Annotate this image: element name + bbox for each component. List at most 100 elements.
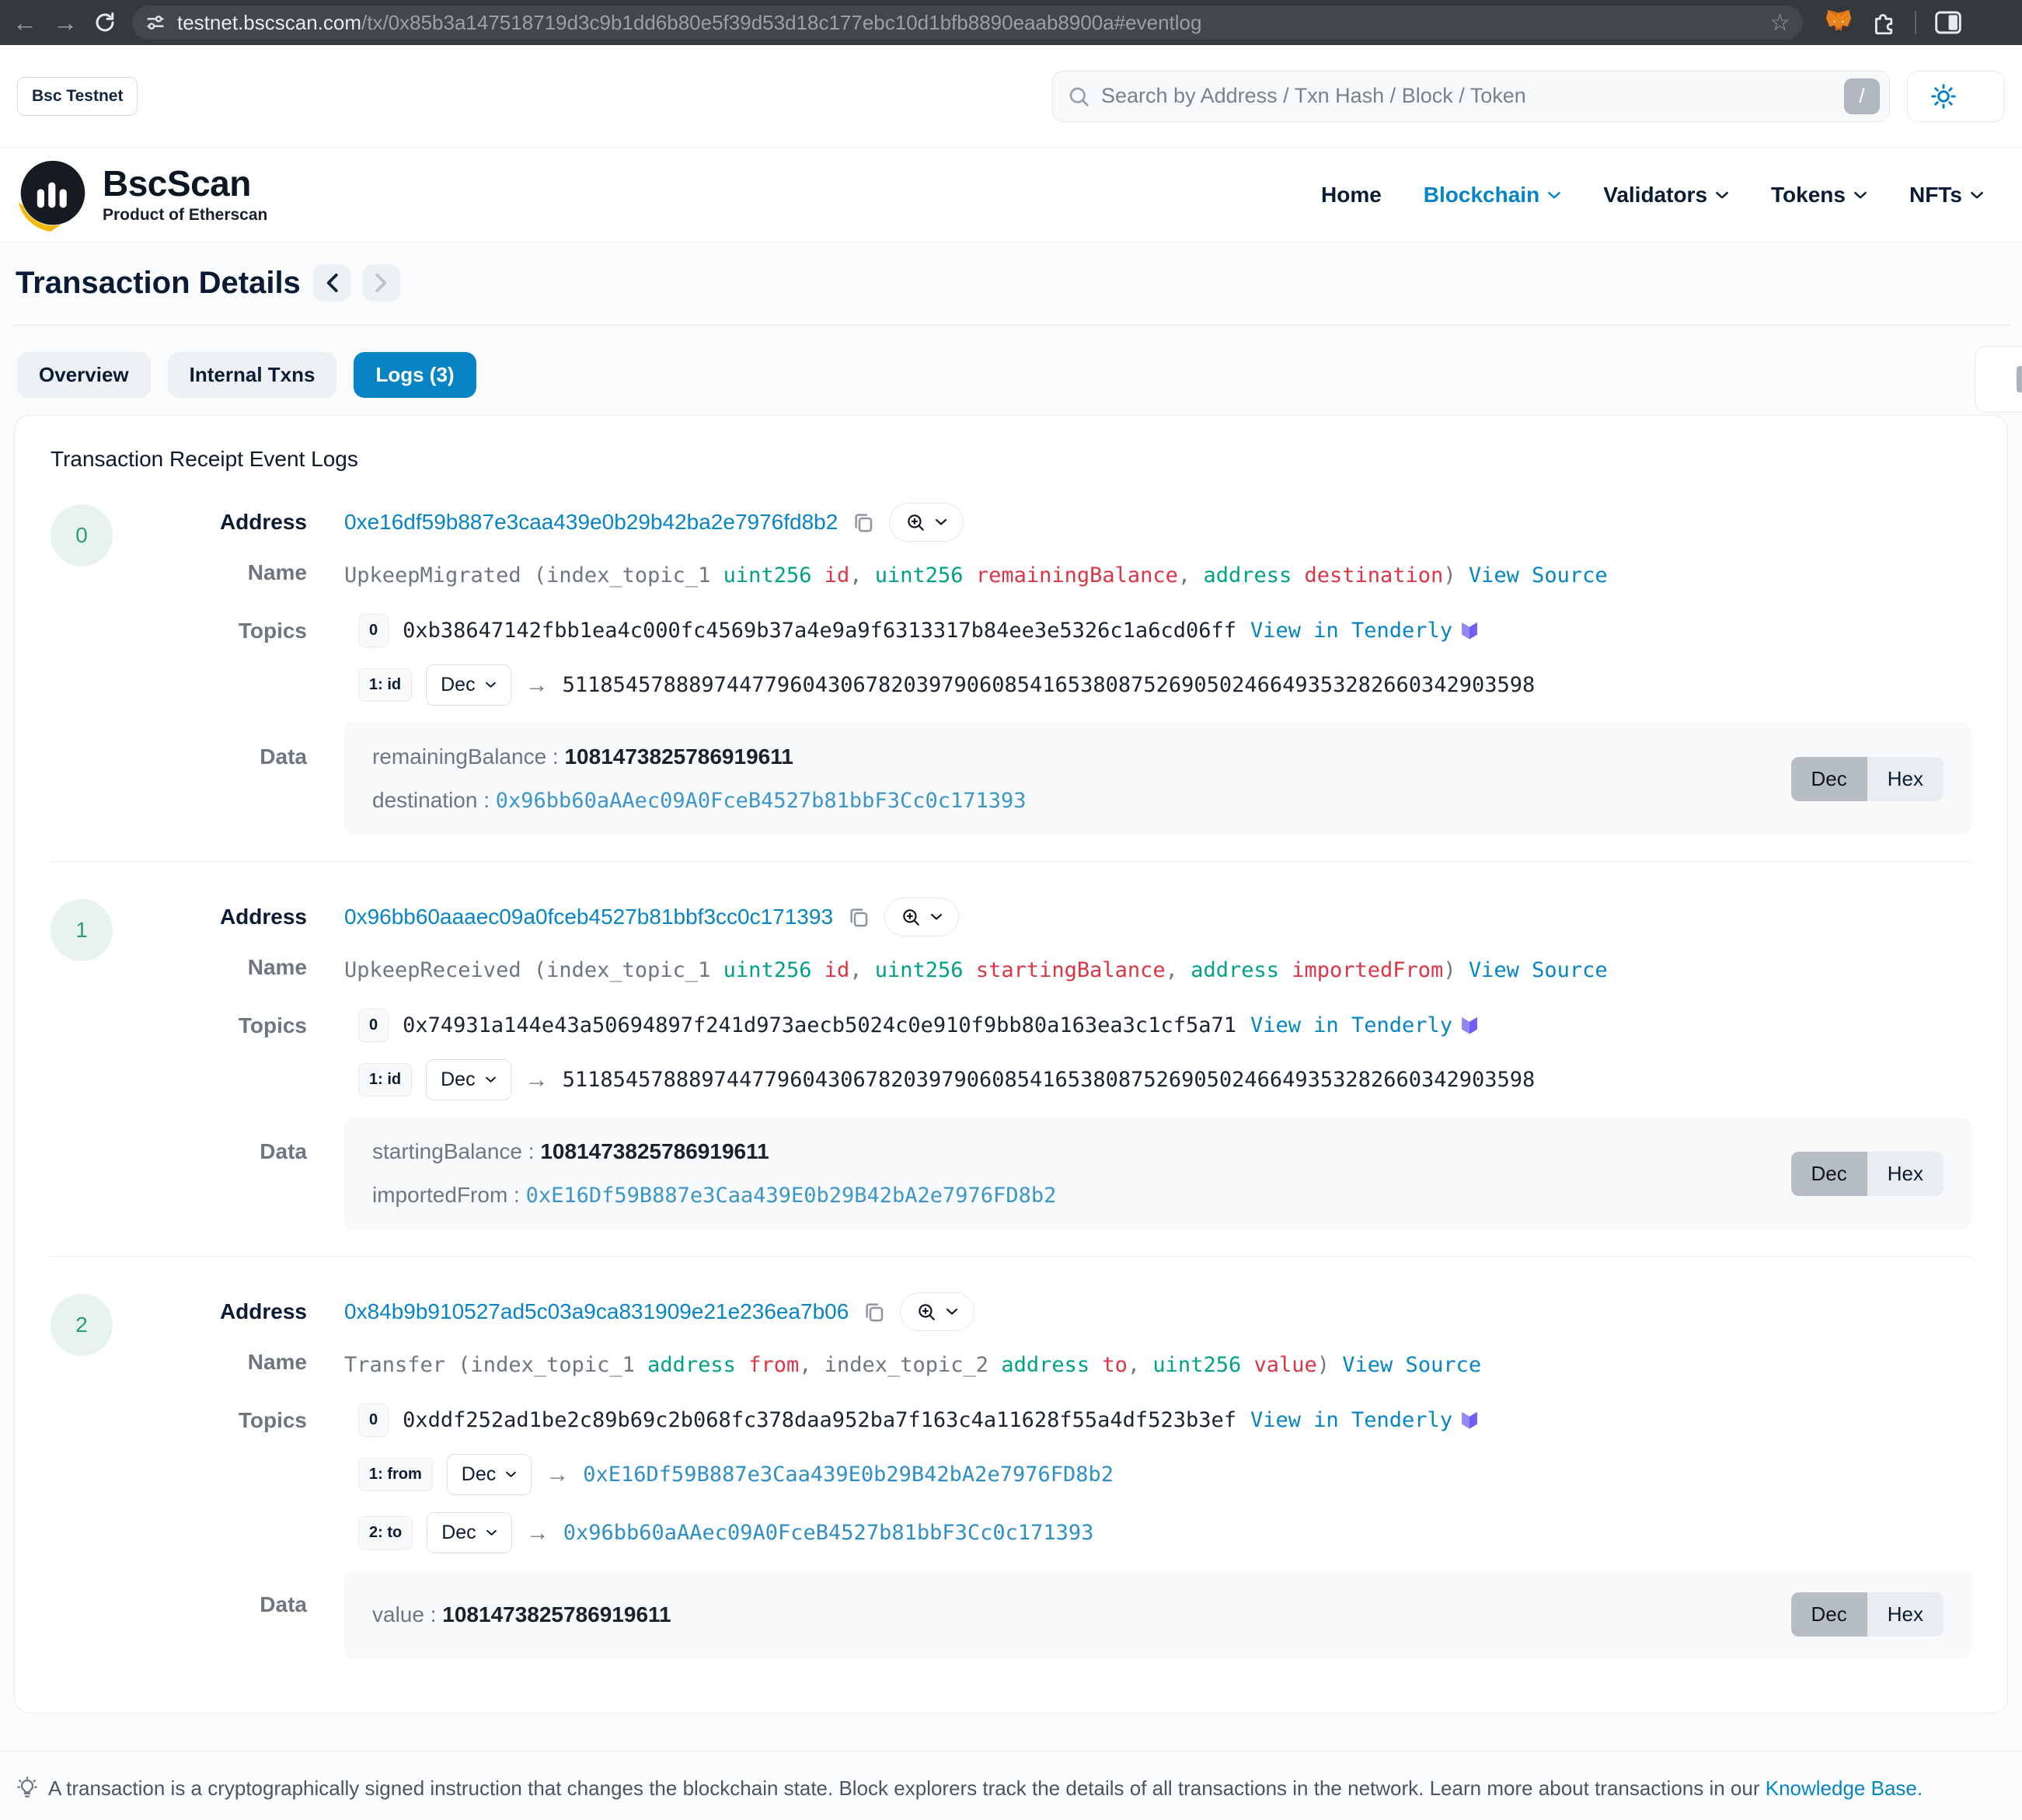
topic-format-select[interactable]: Dec: [427, 1512, 511, 1553]
name-label: Name: [152, 560, 307, 585]
network-badge[interactable]: Bsc Testnet: [17, 77, 138, 116]
log-index-badge: 0: [51, 504, 113, 567]
search-input[interactable]: [1101, 84, 1833, 108]
topic-decoded-address-link[interactable]: 0x96bb60aAAec09A0FceB4527b81bbF3Cc0c1713…: [563, 1521, 1094, 1545]
browser-reload-icon[interactable]: [93, 11, 117, 34]
chevron-down-icon: [1715, 191, 1729, 200]
copy-icon[interactable]: [852, 511, 875, 534]
view-in-tenderly-link[interactable]: View in Tenderly: [1250, 619, 1452, 643]
event-signature: UpkeepMigrated (index_topic_1 uint256 id…: [344, 560, 1971, 591]
bscscan-logo-icon: [16, 158, 90, 232]
tenderly-link-group[interactable]: View in Tenderly: [1250, 1408, 1480, 1432]
log-address-link[interactable]: 0x96bb60aaaec09a0fceb4527b81bbf3cc0c1713…: [344, 905, 833, 929]
view-source-link[interactable]: View Source: [1469, 563, 1608, 587]
view-in-tenderly-link[interactable]: View in Tenderly: [1250, 1408, 1452, 1432]
topic-hash: 0x74931a144e43a50694897f241d973aecb5024c…: [403, 1013, 1236, 1037]
hex-button[interactable]: Hex: [1867, 757, 1944, 801]
chevron-down-icon: [485, 682, 497, 689]
metamask-icon[interactable]: [1825, 9, 1853, 36]
data-value-address[interactable]: 0xE16Df59B887e3Caa439E0b29B42bA2e7976FD8…: [526, 1184, 1057, 1208]
address-filter-button[interactable]: [900, 1292, 974, 1331]
topic-decoded-address-link[interactable]: 0xE16Df59B887e3Caa439E0b29B42bA2e7976FD8…: [583, 1463, 1114, 1487]
tab-internal-txns[interactable]: Internal Txns: [168, 352, 337, 398]
tenderly-link-group[interactable]: View in Tenderly: [1250, 1013, 1480, 1037]
hex-button[interactable]: Hex: [1867, 1592, 1944, 1637]
address-filter-button[interactable]: [884, 898, 959, 936]
magnify-plus-icon: [905, 512, 926, 532]
magnify-plus-icon: [901, 907, 921, 927]
view-source-link[interactable]: View Source: [1342, 1353, 1481, 1377]
clipped-edge-button[interactable]: [1975, 346, 2022, 413]
next-txn-button[interactable]: [363, 264, 400, 302]
log-address-link[interactable]: 0x84b9b910527ad5c03a9ca831909e21e236ea7b…: [344, 1299, 849, 1324]
view-source-link[interactable]: View Source: [1469, 958, 1608, 982]
chevron-down-icon: [485, 1076, 497, 1083]
browser-back-icon[interactable]: ←: [12, 10, 37, 35]
search-shortcut-badge: /: [1844, 78, 1880, 114]
nav-validators[interactable]: Validators: [1603, 183, 1729, 207]
tab-overview[interactable]: Overview: [17, 352, 151, 398]
nav-tokens[interactable]: Tokens: [1771, 183, 1867, 207]
search-bar[interactable]: /: [1052, 71, 1890, 122]
event-logs-card: Transaction Receipt Event Logs 0 Address…: [14, 415, 2008, 1714]
chevron-down-icon: [1970, 191, 1984, 200]
bscscan-logo[interactable]: BscScan Product of Etherscan: [16, 158, 267, 232]
sun-icon: [1930, 82, 1958, 110]
dec-button[interactable]: Dec: [1791, 1592, 1867, 1637]
topics-label: Topics: [152, 619, 307, 643]
footer-text: A transaction is a cryptographically sig…: [48, 1776, 1766, 1800]
nav-home[interactable]: Home: [1321, 183, 1382, 207]
topic-format-select[interactable]: Dec: [447, 1454, 532, 1495]
name-label: Name: [152, 1350, 307, 1375]
magnify-plus-icon: [916, 1302, 936, 1322]
arrow-right-icon: →: [526, 1520, 549, 1546]
browser-toolbar: ← → testnet.bscscan.com/tx/0x85b3a147518…: [0, 0, 2022, 45]
chevron-down-icon: [486, 1529, 497, 1536]
data-value: 1081473825786919611: [540, 1139, 769, 1163]
hex-button[interactable]: Hex: [1867, 1152, 1944, 1196]
address-filter-button[interactable]: [889, 503, 964, 542]
site-header: Bsc Testnet /: [0, 45, 2022, 148]
view-in-tenderly-link[interactable]: View in Tenderly: [1250, 1013, 1452, 1037]
theme-toggle-button[interactable]: [1907, 71, 2005, 122]
tab-logs[interactable]: Logs (3): [354, 352, 476, 398]
brand-name: BscScan: [103, 166, 267, 201]
nav-nfts[interactable]: NFTs: [1909, 183, 1984, 207]
data-value-address[interactable]: 0x96bb60aAAec09A0FceB4527b81bbF3Cc0c1713…: [496, 789, 1027, 813]
topic-index-badge: 1: id: [358, 1063, 412, 1097]
name-label: Name: [152, 955, 307, 980]
copy-icon[interactable]: [847, 905, 870, 929]
topic-format-select[interactable]: Dec: [426, 1059, 511, 1100]
copy-icon[interactable]: [863, 1300, 886, 1323]
topic-hash: 0xb38647142fbb1ea4c000fc4569b37a4e9a9f63…: [403, 619, 1236, 643]
topic-index-badge: 0: [358, 1009, 389, 1042]
address-bar[interactable]: testnet.bscscan.com/tx/0x85b3a147518719d…: [132, 5, 1803, 40]
main-nav: Home Blockchain Validators Tokens NFTs M: [1321, 148, 2022, 242]
chevron-down-icon: [1547, 191, 1561, 200]
topic-decoded-value: 5118545788897447796043067820397906085416…: [563, 673, 1536, 697]
data-value: 1081473825786919611: [442, 1602, 671, 1626]
log-address-link[interactable]: 0xe16df59b887e3caa439e0b29b42ba2e7976fd8…: [344, 510, 838, 535]
site-info-icon[interactable]: [145, 12, 166, 33]
tenderly-link-group[interactable]: View in Tenderly: [1250, 619, 1480, 643]
chevron-down-icon: [935, 518, 947, 526]
lightbulb-icon: [16, 1776, 39, 1800]
chevron-left-icon: [324, 273, 340, 293]
chevron-down-icon: [1853, 191, 1867, 200]
address-label: Address: [152, 905, 307, 929]
extensions-puzzle-icon[interactable]: [1871, 10, 1896, 35]
bookmark-star-icon[interactable]: ☆: [1769, 9, 1790, 37]
topic-format-select[interactable]: Dec: [426, 664, 511, 706]
divider: [51, 861, 1971, 862]
nav-blockchain[interactable]: Blockchain: [1424, 183, 1561, 207]
data-label: Data: [152, 1117, 307, 1164]
prev-txn-button[interactable]: [313, 264, 350, 302]
knowledge-base-link[interactable]: Knowledge Base.: [1766, 1776, 1923, 1800]
data-value: 1081473825786919611: [564, 744, 793, 769]
dec-button[interactable]: Dec: [1791, 757, 1867, 801]
browser-forward-icon[interactable]: →: [53, 10, 78, 35]
toolbar-divider: [1915, 11, 1916, 34]
side-panel-icon[interactable]: [1935, 11, 1961, 34]
topic-index-badge: 2: to: [358, 1516, 413, 1550]
dec-button[interactable]: Dec: [1791, 1152, 1867, 1196]
